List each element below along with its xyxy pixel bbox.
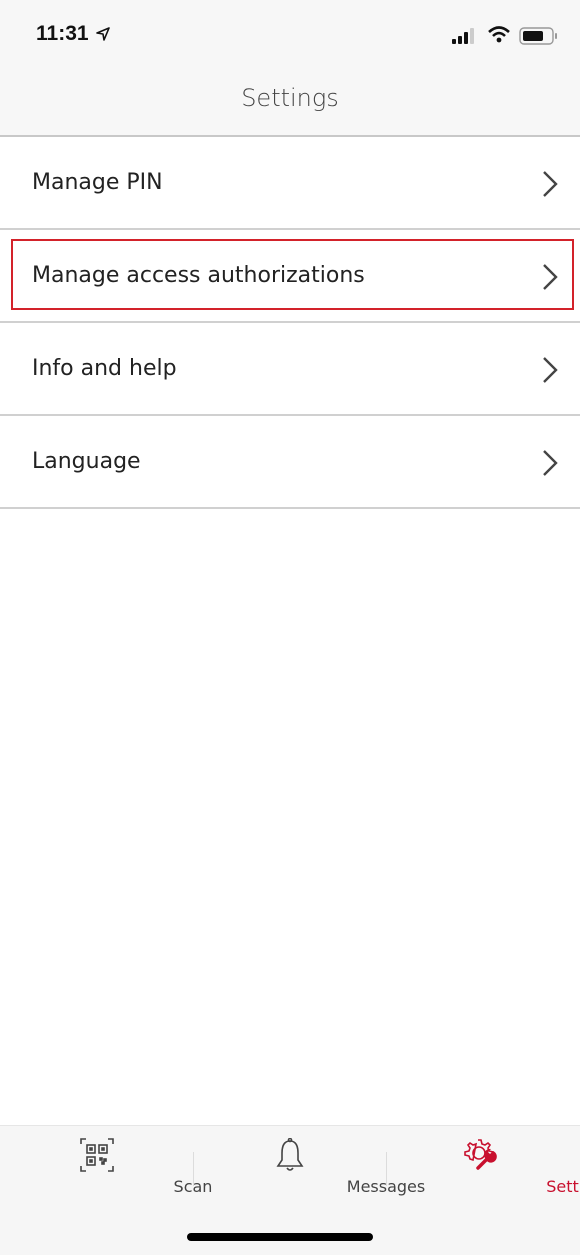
- settings-list: Manage PIN Manage access authorizations …: [0, 137, 580, 509]
- menu-item-manage-access-authorizations[interactable]: Manage access authorizations: [0, 230, 580, 323]
- qr-code-icon: [79, 1138, 114, 1176]
- bell-icon: [275, 1137, 305, 1176]
- signal-icon: [452, 28, 478, 48]
- menu-item-manage-pin[interactable]: Manage PIN: [0, 137, 580, 230]
- navigation-bar: Settings: [0, 70, 580, 137]
- gear-wrench-icon: [463, 1138, 503, 1176]
- status-time: 11:31: [36, 22, 89, 45]
- menu-item-label: Manage access authorizations: [32, 263, 365, 288]
- chevron-right-icon: [542, 449, 558, 481]
- location-arrow-icon: [96, 26, 110, 45]
- status-bar: 11:31: [0, 0, 580, 70]
- tab-label: Settings: [546, 1177, 580, 1196]
- chevron-right-icon: [542, 263, 558, 295]
- tab-scan[interactable]: Scan: [0, 1126, 212, 1206]
- battery-icon: [519, 27, 559, 49]
- tab-settings[interactable]: Settings: [386, 1126, 580, 1206]
- wifi-icon: [488, 26, 510, 47]
- chevron-right-icon: [542, 170, 558, 202]
- menu-item-label: Manage PIN: [32, 170, 163, 195]
- tab-messages[interactable]: Messages: [193, 1126, 425, 1206]
- chevron-right-icon: [542, 356, 558, 388]
- home-indicator[interactable]: [187, 1233, 373, 1241]
- menu-item-label: Language: [32, 449, 141, 474]
- menu-item-info-and-help[interactable]: Info and help: [0, 323, 580, 416]
- menu-item-label: Info and help: [32, 356, 177, 381]
- page-title: Settings: [241, 84, 339, 112]
- menu-item-language[interactable]: Language: [0, 416, 580, 509]
